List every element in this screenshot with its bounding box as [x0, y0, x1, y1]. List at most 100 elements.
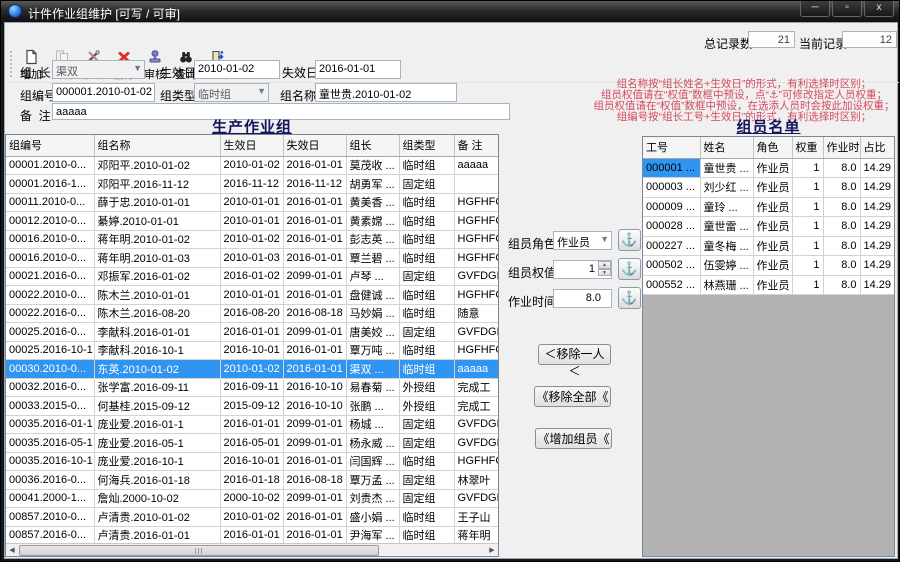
spinner-buttons[interactable]: ▲ ▼ — [598, 261, 611, 276]
table-row[interactable]: 00022.2010-0... 陈木兰.2010-01-01 2010-01-01 2… — [6, 285, 498, 305]
table-cell[interactable]: 张鹏 ... — [346, 396, 400, 416]
table-cell[interactable]: 卢清贵.2010-01-02 — [94, 507, 221, 527]
table-cell[interactable]: 00857.2016-0... — [6, 526, 95, 545]
remove-one-button[interactable]: ＜移除一人＜ — [538, 344, 611, 378]
table-cell[interactable]: 00036.2016-0... — [6, 470, 95, 490]
table-cell[interactable]: 2016-01-01 — [283, 526, 347, 545]
column-header[interactable]: 组长 — [346, 135, 400, 157]
table-cell[interactable]: 固定组 — [399, 267, 455, 286]
table-cell[interactable]: 00025.2016-10-1 — [6, 341, 95, 360]
table-cell[interactable]: 2016-01-01 — [220, 415, 284, 434]
table-cell[interactable]: GVFDGF — [454, 322, 498, 342]
table-cell[interactable]: 1 — [792, 177, 824, 198]
column-header[interactable]: 备 注 — [454, 135, 498, 157]
table-cell[interactable]: 庞业爱.2016-05-1 — [94, 433, 221, 453]
table-cell[interactable]: 刘贵杰 ... — [346, 489, 400, 508]
table-cell[interactable]: 1 — [792, 236, 824, 256]
table-cell[interactable]: 14.29 — [860, 197, 894, 217]
table-row[interactable]: 00016.2010-0... 蒋年明.2010-01-02 2010-01-02 2… — [6, 230, 498, 249]
table-cell[interactable]: 8.0 — [823, 255, 861, 276]
apply-time-button[interactable]: ⚓ — [618, 287, 641, 309]
table-cell[interactable]: 14.29 — [860, 177, 894, 198]
table-cell[interactable]: 尹海军 ... — [346, 526, 400, 545]
table-cell[interactable]: 外授组 — [399, 378, 455, 397]
table-cell[interactable]: 庞业爱.2016-01-1 — [94, 415, 221, 434]
table-cell[interactable]: 2099-01-01 — [283, 267, 347, 286]
table-cell[interactable]: 童玲 ... — [700, 197, 754, 217]
table-cell[interactable]: 1 — [792, 255, 824, 276]
table-cell[interactable]: 随意 — [454, 304, 498, 323]
table-cell[interactable]: 2016-01-01 — [283, 452, 347, 471]
table-cell[interactable]: 00030.2010-0... — [6, 359, 95, 379]
table-cell[interactable]: 2016-10-01 — [220, 341, 284, 360]
table-cell[interactable]: 00016.2010-0... — [6, 230, 95, 249]
column-header[interactable]: 工号 — [643, 137, 701, 159]
table-cell[interactable]: 作业员 — [753, 158, 793, 178]
table-cell[interactable]: 000552 ... — [643, 275, 701, 295]
table-cell[interactable]: 临时组 — [399, 526, 455, 545]
table-row[interactable]: 00021.2016-0... 邓振军.2016-01-02 2016-01-02 2… — [6, 267, 498, 286]
table-cell[interactable]: 8.0 — [823, 275, 861, 295]
table-cell[interactable]: 马妙娟 ... — [346, 304, 400, 323]
table-row[interactable]: 00025.2016-0... 李献科.2016-01-01 2016-01-01 2… — [6, 322, 498, 342]
table-cell[interactable]: 固定组 — [399, 174, 455, 194]
column-header[interactable]: 占比 — [860, 137, 894, 159]
table-cell[interactable]: 2016-01-01 — [283, 507, 347, 527]
table-cell[interactable]: 固定组 — [399, 415, 455, 434]
table-cell[interactable]: 2016-01-01 — [220, 322, 284, 342]
column-header[interactable]: 组类型 — [399, 135, 455, 157]
table-cell[interactable]: 陈木兰.2010-01-01 — [94, 285, 221, 305]
table-cell[interactable]: GVFDGF — [454, 267, 498, 286]
table-cell[interactable]: 2016-01-02 — [220, 267, 284, 286]
spinner-up-icon[interactable]: ▲ — [598, 261, 611, 269]
table-cell[interactable]: aaaaa — [454, 359, 498, 379]
table-row[interactable]: 00035.2016-05-1 庞业爱.2016-05-1 2016-05-01 20… — [6, 433, 498, 453]
table-cell[interactable]: 00035.2016-05-1 — [6, 433, 95, 453]
table-cell[interactable]: 2016-01-01 — [283, 230, 347, 249]
table-cell[interactable]: 卢清贵.2016-01-01 — [94, 526, 221, 545]
table-cell[interactable]: 14.29 — [860, 236, 894, 256]
table-cell[interactable]: 蒋年明.2010-01-03 — [94, 248, 221, 268]
table-cell[interactable]: 杨永威 ... — [346, 433, 400, 453]
table-cell[interactable]: aaaaa — [454, 156, 498, 175]
table-cell[interactable]: 邓振军.2016-01-02 — [94, 267, 221, 286]
table-cell[interactable]: 00033.2015-0... — [6, 396, 95, 416]
table-cell[interactable]: 作业员 — [753, 236, 793, 256]
table-cell[interactable]: 2010-01-02 — [220, 359, 284, 379]
spinner-down-icon[interactable]: ▼ — [598, 268, 611, 276]
apply-role-button[interactable]: ⚓ — [618, 229, 641, 251]
table-cell[interactable]: 2016-01-01 — [283, 248, 347, 268]
table-row[interactable]: 00001.2010-0... 邓阳平.2010-01-02 2010-01-02 2… — [6, 156, 498, 175]
table-cell[interactable]: 2010-01-01 — [220, 193, 284, 212]
table-cell[interactable]: 作业员 — [753, 177, 793, 198]
table-cell[interactable]: GVFDGF — [454, 489, 498, 508]
table-row[interactable]: 00025.2016-10-1 李献科.2016-10-1 2016-10-01 20… — [6, 341, 498, 360]
table-cell[interactable]: 2016-08-20 — [220, 304, 284, 323]
table-cell[interactable]: 2016-08-18 — [283, 304, 347, 323]
table-cell[interactable]: 临时组 — [399, 341, 455, 360]
table-cell[interactable]: 1 — [792, 158, 824, 178]
table-row[interactable]: 00035.2016-01-1 庞业爱.2016-01-1 2016-01-01 20… — [6, 415, 498, 434]
table-cell[interactable]: 固定组 — [399, 489, 455, 508]
table-cell[interactable]: 闫国辉 ... — [346, 452, 400, 471]
table-cell[interactable]: 卢琴 ... — [346, 267, 400, 286]
table-cell[interactable]: 覃万吨 ... — [346, 341, 400, 360]
table-cell[interactable]: 2016-01-01 — [220, 526, 284, 545]
table-cell[interactable]: 薛于忠.2010-01-01 — [94, 193, 221, 212]
table-cell[interactable]: 林翠叶 — [454, 470, 498, 490]
table-cell[interactable]: 作业员 — [753, 216, 793, 237]
scrollbar-thumb[interactable] — [19, 545, 379, 556]
table-cell[interactable]: 作业员 — [753, 275, 793, 295]
table-row[interactable]: 00035.2016-10-1 庞业爱.2016-10-1 2016-10-01 20… — [6, 452, 498, 471]
table-cell[interactable]: 邓阳平.2016-11-12 — [94, 174, 221, 194]
table-cell[interactable]: 临时组 — [399, 211, 455, 231]
table-cell[interactable]: 彭志英 ... — [346, 230, 400, 249]
table-cell[interactable]: 14.29 — [860, 255, 894, 276]
table-cell[interactable]: 林燕珊 ... — [700, 275, 754, 295]
table-cell[interactable]: 000009 ... — [643, 197, 701, 217]
table-cell[interactable]: 00001.2010-0... — [6, 156, 95, 175]
apply-weight-button[interactable]: ⚓ — [618, 258, 641, 280]
table-cell[interactable]: 刘少红 ... — [700, 177, 754, 198]
table-cell[interactable]: 000028 ... — [643, 216, 701, 237]
table-row[interactable]: 00001.2016-1... 邓阳平.2016-11-12 2016-11-12 2… — [6, 174, 498, 194]
